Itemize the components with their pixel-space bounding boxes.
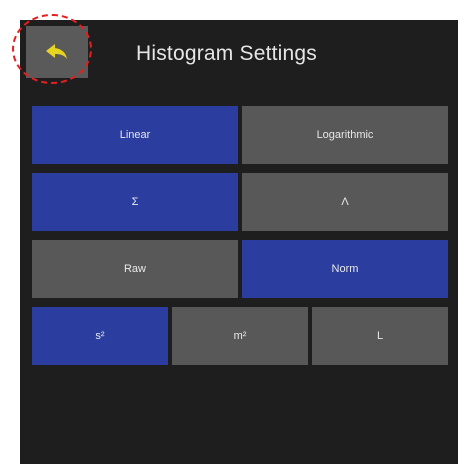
option-linear[interactable]: Linear bbox=[32, 106, 238, 164]
option-logarithmic[interactable]: Logarithmic bbox=[242, 106, 448, 164]
normalization-options: Raw Norm bbox=[32, 240, 448, 298]
option-unit-m2[interactable]: m² bbox=[172, 307, 308, 365]
unit-options: s² m² L bbox=[32, 307, 448, 365]
option-norm[interactable]: Norm bbox=[242, 240, 448, 298]
scale-options: Linear Logarithmic bbox=[32, 106, 448, 164]
header: Histogram Settings bbox=[20, 20, 458, 100]
option-lambda[interactable]: Λ bbox=[242, 173, 448, 231]
mode-options: Σ Λ bbox=[32, 173, 448, 231]
histogram-settings-screen: Histogram Settings Linear Logarithmic Σ … bbox=[20, 20, 458, 464]
option-unit-l[interactable]: L bbox=[312, 307, 448, 365]
page-title: Histogram Settings bbox=[136, 42, 318, 65]
back-button[interactable] bbox=[26, 26, 88, 78]
option-sigma[interactable]: Σ bbox=[32, 173, 238, 231]
back-arrow-icon bbox=[46, 44, 67, 59]
option-unit-s2[interactable]: s² bbox=[32, 307, 168, 365]
option-raw[interactable]: Raw bbox=[32, 240, 238, 298]
